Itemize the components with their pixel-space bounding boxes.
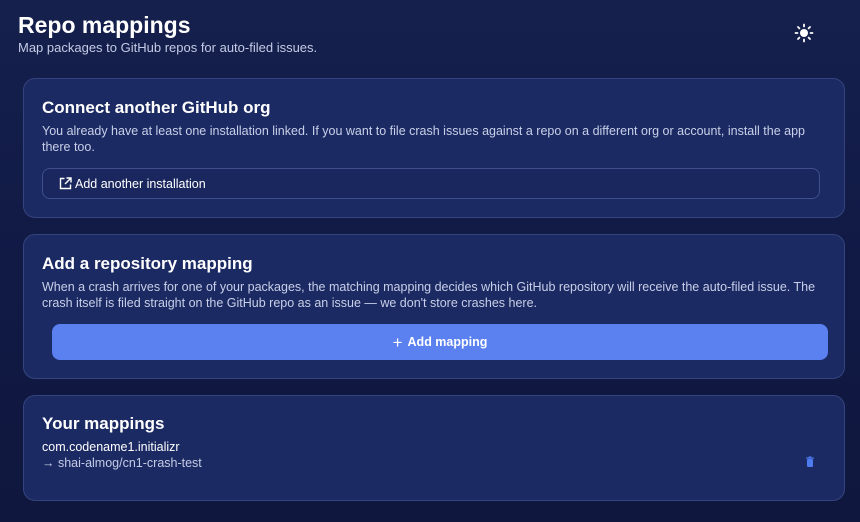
mapping-package: com.codename1.initializr — [42, 440, 180, 454]
add-mapping-card: Add a repository mapping When a crash ar… — [23, 234, 845, 379]
page-title: Repo mappings — [18, 12, 191, 38]
trash-icon — [806, 456, 814, 467]
mappings-title: Your mappings — [42, 414, 165, 433]
theme-toggle-button[interactable] — [793, 22, 815, 44]
sun-icon — [794, 23, 814, 43]
mapping-list-item: com.codename1.initializr → shai-almog/cn… — [42, 439, 822, 475]
plus-icon: + — [392, 332, 403, 352]
add-mapping-label: Add mapping — [407, 335, 488, 349]
delete-mapping-button[interactable] — [805, 455, 815, 467]
connect-org-title: Connect another GitHub org — [42, 98, 271, 117]
add-mapping-title: Add a repository mapping — [42, 254, 253, 273]
add-mapping-button[interactable]: + Add mapping — [52, 324, 828, 360]
add-installation-label: Add another installation — [75, 176, 206, 191]
add-mapping-description: When a crash arrives for one of your pac… — [42, 280, 816, 310]
external-link-icon — [59, 177, 72, 190]
connect-org-description: You already have at least one installati… — [42, 124, 805, 154]
page-subtitle: Map packages to GitHub repos for auto-fi… — [18, 40, 318, 55]
mapping-repo: → shai-almog/cn1-crash-test — [42, 456, 202, 470]
mappings-card: Your mappings com.codename1.initializr →… — [23, 395, 845, 501]
add-installation-button[interactable]: Add another installation — [42, 168, 820, 199]
connect-org-card: Connect another GitHub org You already h… — [23, 78, 845, 218]
